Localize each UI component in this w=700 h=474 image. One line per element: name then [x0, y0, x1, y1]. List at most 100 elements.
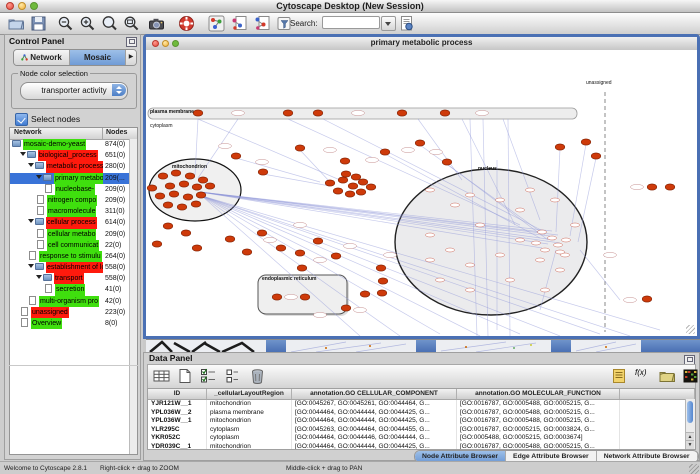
graph-node[interactable] — [331, 253, 341, 259]
network-name-chip[interactable]: transport — [54, 273, 84, 284]
nucleus-node-pill[interactable] — [426, 258, 435, 262]
table-cell[interactable]: [GO:0016787, GO:0005488, GO:0005215, G..… — [457, 409, 620, 418]
network-name-chip[interactable]: nitrogen compo — [47, 195, 97, 206]
nucleus-node-pill[interactable] — [536, 258, 545, 262]
graph-node[interactable] — [442, 159, 452, 165]
create-attribute-icon[interactable] — [176, 368, 193, 384]
graph-node[interactable] — [581, 139, 591, 145]
graph-node[interactable] — [340, 158, 350, 164]
table-cell[interactable]: YKR052C — [148, 434, 207, 443]
nucleus-node-pill[interactable] — [541, 248, 550, 252]
nucleus-node-pill[interactable] — [476, 223, 485, 227]
graph-node[interactable] — [591, 153, 601, 159]
nucleus-node-pill[interactable] — [516, 208, 525, 212]
table-cell[interactable]: YPL036W__2 — [148, 409, 207, 418]
nucleus-node-pill[interactable] — [532, 241, 541, 245]
column-header[interactable]: annotation.GO CELLULAR_COMPONENT — [292, 389, 457, 399]
expand-arrow-icon[interactable] — [28, 219, 34, 223]
graph-node[interactable] — [158, 173, 168, 179]
graph-node[interactable] — [181, 230, 191, 236]
network-canvas[interactable]: plasma membrane cytoplasm mitochondrion … — [146, 50, 697, 336]
graph-node[interactable] — [351, 174, 361, 180]
table-cell[interactable]: mitochondrion — [207, 417, 292, 426]
tree-row[interactable]: cellular metabo209(0) — [10, 229, 130, 240]
graph-node[interactable] — [185, 173, 195, 179]
nucleus-node-pill[interactable] — [426, 188, 435, 192]
network-new-icon[interactable] — [254, 15, 271, 32]
graph-node[interactable] — [177, 204, 187, 210]
graph-node[interactable] — [376, 265, 386, 271]
table-cell[interactable]: YPL036W__1 — [148, 417, 207, 426]
expand-arrow-icon[interactable] — [36, 275, 42, 279]
graph-node[interactable] — [205, 183, 215, 189]
table-cell[interactable]: plasma membrane — [207, 409, 292, 418]
background-window[interactable] — [436, 339, 551, 352]
tree-row[interactable]: nucleobase-209(0) — [10, 184, 130, 195]
table-row[interactable]: YPL036W__1mitochondrion[GO:0044464, GO:0… — [148, 417, 695, 426]
graph-node[interactable] — [272, 294, 282, 300]
graph-node[interactable] — [295, 145, 305, 151]
network-name-chip[interactable]: macromolecule — [47, 206, 96, 217]
zoom-fit-icon[interactable] — [123, 15, 140, 32]
graph-node[interactable] — [313, 238, 323, 244]
column-header[interactable]: _cellularLayoutRegion — [207, 389, 292, 399]
graph-node[interactable] — [192, 245, 202, 251]
table-cell[interactable]: [GO:0044464, GO:0044444, GO:0044425, G..… — [292, 443, 457, 450]
graph-node[interactable] — [642, 296, 652, 302]
graph-node[interactable] — [380, 149, 390, 155]
nucleus-node-pill[interactable] — [496, 198, 505, 202]
graph-node[interactable] — [555, 144, 565, 150]
table-cell[interactable]: YJR121W__1 — [148, 400, 207, 409]
tree-row[interactable]: secretion41(0) — [10, 284, 130, 295]
tab-network[interactable]: Network — [14, 50, 70, 65]
graph-node[interactable] — [198, 177, 208, 183]
graph-node[interactable] — [257, 230, 267, 236]
node-color-dropdown[interactable]: transporter activity — [20, 82, 128, 100]
graph-node[interactable] — [225, 236, 235, 242]
window-resize-grip[interactable] — [686, 325, 695, 334]
graph-node[interactable] — [338, 177, 348, 183]
network-name-chip[interactable]: cellular metabo — [47, 229, 96, 240]
select-nodes-checkbox[interactable] — [15, 113, 28, 126]
delete-attribute-icon[interactable] — [249, 368, 266, 384]
tab-overflow-arrow[interactable]: ▶ — [126, 50, 136, 65]
zoom-out-icon[interactable] — [57, 15, 74, 32]
heatmap-icon[interactable] — [682, 368, 699, 384]
graph-node[interactable] — [163, 202, 173, 208]
tree-row[interactable]: Overview8(0) — [10, 318, 130, 329]
graph-node[interactable] — [333, 188, 343, 194]
attribute-table-header[interactable]: ID_cellularLayoutRegionannotation.GO CEL… — [148, 389, 695, 400]
graph-node[interactable] — [152, 241, 162, 247]
network-window-title-bar[interactable]: primary metabolic process — [146, 37, 697, 51]
app-resize-grip[interactable] — [689, 464, 699, 474]
graph-node[interactable] — [415, 140, 425, 146]
graph-node[interactable] — [179, 181, 189, 187]
graph-node[interactable] — [325, 180, 335, 186]
network-name-chip[interactable]: biological_process — [38, 150, 98, 161]
tree-row[interactable]: metabolic process280(0) — [10, 161, 130, 172]
graph-node[interactable] — [169, 191, 179, 197]
nucleus-node-pill[interactable] — [466, 288, 475, 292]
network-overview-icon[interactable] — [231, 15, 248, 32]
tree-row[interactable]: transport558(0) — [10, 273, 130, 284]
graph-node[interactable] — [242, 249, 252, 255]
table-cell[interactable]: mitochondrion — [207, 443, 292, 450]
graph-node[interactable] — [665, 184, 675, 190]
graph-node[interactable] — [165, 183, 175, 189]
nucleus-node-pill[interactable] — [466, 193, 475, 197]
nucleus-node-pill[interactable] — [571, 223, 580, 227]
graph-node[interactable] — [345, 191, 355, 197]
background-window-frame[interactable] — [416, 339, 436, 352]
tree-scrollbar[interactable] — [129, 139, 137, 454]
tree-row[interactable]: multi-organism pro42(0) — [10, 296, 130, 307]
table-cell[interactable]: [GO:0045267, GO:0045261, GO:0044464, G..… — [292, 400, 457, 409]
nucleus-node-pill[interactable] — [541, 288, 550, 292]
graph-node[interactable] — [283, 110, 293, 116]
snapshot-icon[interactable] — [148, 15, 165, 32]
background-window-frame[interactable] — [551, 339, 571, 352]
network-name-chip[interactable]: primary metabo — [54, 173, 103, 184]
table-cell[interactable]: YDR039C__1 — [148, 443, 207, 450]
graph-node[interactable] — [360, 291, 370, 297]
graph-node[interactable] — [276, 245, 286, 251]
table-row[interactable]: YPL036W__2plasma membrane[GO:0044464, GO… — [148, 409, 695, 418]
